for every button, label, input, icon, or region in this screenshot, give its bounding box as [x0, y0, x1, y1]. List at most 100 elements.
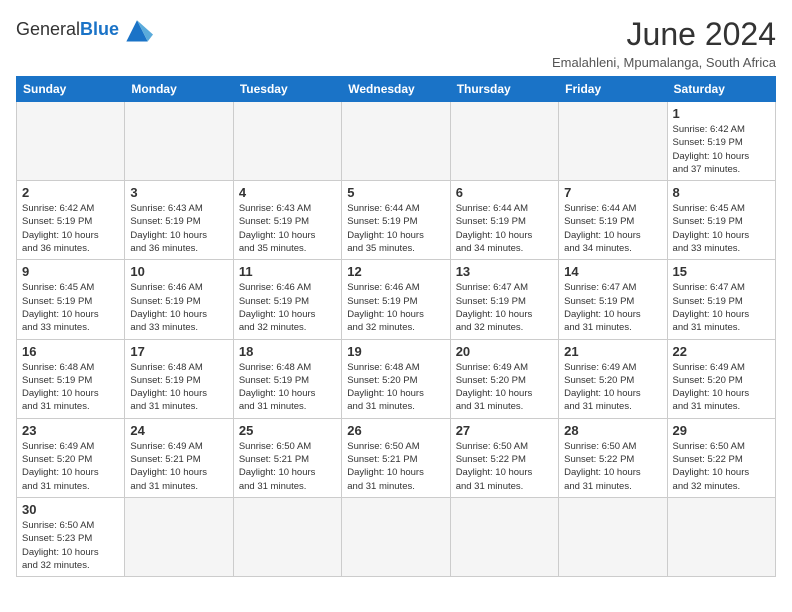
calendar-week-4: 16 Sunrise: 6:48 AM Sunset: 5:19 PM Dayli… [17, 339, 776, 418]
day-info: Sunrise: 6:43 AM Sunset: 5:19 PM Dayligh… [239, 202, 336, 255]
day-info: Sunrise: 6:46 AM Sunset: 5:19 PM Dayligh… [130, 281, 227, 334]
calendar-cell: 25 Sunrise: 6:50 AM Sunset: 5:21 PM Dayli… [233, 418, 341, 497]
date-number: 6 [456, 185, 553, 200]
date-number: 7 [564, 185, 661, 200]
calendar-cell: 7 Sunrise: 6:44 AM Sunset: 5:19 PM Daylig… [559, 181, 667, 260]
date-number: 21 [564, 344, 661, 359]
header-wednesday: Wednesday [342, 77, 450, 102]
day-info: Sunrise: 6:49 AM Sunset: 5:20 PM Dayligh… [456, 361, 553, 414]
date-number: 8 [673, 185, 770, 200]
day-info: Sunrise: 6:48 AM Sunset: 5:19 PM Dayligh… [22, 361, 119, 414]
calendar-cell: 13 Sunrise: 6:47 AM Sunset: 5:19 PM Dayli… [450, 260, 558, 339]
calendar-cell: 14 Sunrise: 6:47 AM Sunset: 5:19 PM Dayli… [559, 260, 667, 339]
day-info: Sunrise: 6:44 AM Sunset: 5:19 PM Dayligh… [564, 202, 661, 255]
logo-general: General [16, 19, 80, 39]
date-number: 10 [130, 264, 227, 279]
day-info: Sunrise: 6:47 AM Sunset: 5:19 PM Dayligh… [564, 281, 661, 334]
calendar-cell: 9 Sunrise: 6:45 AM Sunset: 5:19 PM Daylig… [17, 260, 125, 339]
logo-blue: Blue [80, 19, 119, 39]
calendar-cell: 19Sunrise: 6:48 AM Sunset: 5:20 PM Dayli… [342, 339, 450, 418]
day-info: Sunrise: 6:43 AM Sunset: 5:19 PM Dayligh… [130, 202, 227, 255]
date-number: 11 [239, 264, 336, 279]
calendar-cell: 3Sunrise: 6:43 AM Sunset: 5:19 PM Daylig… [125, 181, 233, 260]
calendar-cell: 27 Sunrise: 6:50 AM Sunset: 5:22 PM Dayli… [450, 418, 558, 497]
header-thursday: Thursday [450, 77, 558, 102]
day-info: Sunrise: 6:47 AM Sunset: 5:19 PM Dayligh… [456, 281, 553, 334]
calendar-cell: 8 Sunrise: 6:45 AM Sunset: 5:19 PM Daylig… [667, 181, 775, 260]
calendar-cell [667, 497, 775, 576]
day-info: Sunrise: 6:49 AM Sunset: 5:20 PM Dayligh… [22, 440, 119, 493]
calendar-cell: 28 Sunrise: 6:50 AM Sunset: 5:22 PM Dayli… [559, 418, 667, 497]
calendar-week-2: 2Sunrise: 6:42 AM Sunset: 5:19 PM Daylig… [17, 181, 776, 260]
header-sunday: Sunday [17, 77, 125, 102]
calendar-cell: 17Sunrise: 6:48 AM Sunset: 5:19 PM Dayli… [125, 339, 233, 418]
date-number: 4 [239, 185, 336, 200]
date-number: 25 [239, 423, 336, 438]
calendar-cell: 23 Sunrise: 6:49 AM Sunset: 5:20 PM Dayli… [17, 418, 125, 497]
calendar-cell [342, 497, 450, 576]
header-friday: Friday [559, 77, 667, 102]
date-number: 16 [22, 344, 119, 359]
calendar-table: Sunday Monday Tuesday Wednesday Thursday… [16, 76, 776, 577]
date-number: 27 [456, 423, 553, 438]
subtitle: Emalahleni, Mpumalanga, South Africa [552, 55, 776, 70]
calendar-cell [125, 497, 233, 576]
date-number: 13 [456, 264, 553, 279]
calendar-cell [125, 102, 233, 181]
calendar-cell: 6 Sunrise: 6:44 AM Sunset: 5:19 PM Daylig… [450, 181, 558, 260]
logo: GeneralBlue [16, 16, 153, 44]
calendar-cell: 4 Sunrise: 6:43 AM Sunset: 5:19 PM Daylig… [233, 181, 341, 260]
day-info: Sunrise: 6:50 AM Sunset: 5:21 PM Dayligh… [239, 440, 336, 493]
day-info: Sunrise: 6:45 AM Sunset: 5:19 PM Dayligh… [22, 281, 119, 334]
day-info: Sunrise: 6:50 AM Sunset: 5:22 PM Dayligh… [673, 440, 770, 493]
calendar-cell [342, 102, 450, 181]
calendar-cell [233, 102, 341, 181]
calendar-week-5: 23 Sunrise: 6:49 AM Sunset: 5:20 PM Dayli… [17, 418, 776, 497]
day-info: Sunrise: 6:45 AM Sunset: 5:19 PM Dayligh… [673, 202, 770, 255]
date-number: 9 [22, 264, 119, 279]
calendar-week-1: 1Sunrise: 6:42 AM Sunset: 5:19 PM Daylig… [17, 102, 776, 181]
header-tuesday: Tuesday [233, 77, 341, 102]
calendar-cell: 18Sunrise: 6:48 AM Sunset: 5:19 PM Dayli… [233, 339, 341, 418]
calendar-week-3: 9 Sunrise: 6:45 AM Sunset: 5:19 PM Daylig… [17, 260, 776, 339]
date-number: 17 [130, 344, 227, 359]
logo-icon [121, 16, 153, 44]
date-number: 24 [130, 423, 227, 438]
day-info: Sunrise: 6:48 AM Sunset: 5:20 PM Dayligh… [347, 361, 444, 414]
date-number: 2 [22, 185, 119, 200]
calendar-cell: 24Sunrise: 6:49 AM Sunset: 5:21 PM Dayli… [125, 418, 233, 497]
calendar-cell: 21 Sunrise: 6:49 AM Sunset: 5:20 PM Dayli… [559, 339, 667, 418]
date-number: 12 [347, 264, 444, 279]
calendar-cell [17, 102, 125, 181]
calendar-cell: 2Sunrise: 6:42 AM Sunset: 5:19 PM Daylig… [17, 181, 125, 260]
date-number: 30 [22, 502, 119, 517]
calendar-cell: 16 Sunrise: 6:48 AM Sunset: 5:19 PM Dayli… [17, 339, 125, 418]
date-number: 23 [22, 423, 119, 438]
calendar-cell: 26Sunrise: 6:50 AM Sunset: 5:21 PM Dayli… [342, 418, 450, 497]
day-info: Sunrise: 6:46 AM Sunset: 5:19 PM Dayligh… [347, 281, 444, 334]
day-info: Sunrise: 6:46 AM Sunset: 5:19 PM Dayligh… [239, 281, 336, 334]
day-info: Sunrise: 6:50 AM Sunset: 5:21 PM Dayligh… [347, 440, 444, 493]
day-info: Sunrise: 6:50 AM Sunset: 5:22 PM Dayligh… [564, 440, 661, 493]
calendar-cell [450, 102, 558, 181]
day-info: Sunrise: 6:49 AM Sunset: 5:20 PM Dayligh… [564, 361, 661, 414]
calendar-cell [233, 497, 341, 576]
calendar-cell: 29 Sunrise: 6:50 AM Sunset: 5:22 PM Dayli… [667, 418, 775, 497]
day-info: Sunrise: 6:48 AM Sunset: 5:19 PM Dayligh… [239, 361, 336, 414]
date-number: 29 [673, 423, 770, 438]
day-info: Sunrise: 6:50 AM Sunset: 5:22 PM Dayligh… [456, 440, 553, 493]
day-info: Sunrise: 6:47 AM Sunset: 5:19 PM Dayligh… [673, 281, 770, 334]
calendar-cell: 30 Sunrise: 6:50 AM Sunset: 5:23 PM Dayli… [17, 497, 125, 576]
day-info: Sunrise: 6:44 AM Sunset: 5:19 PM Dayligh… [456, 202, 553, 255]
calendar-cell: 11 Sunrise: 6:46 AM Sunset: 5:19 PM Dayli… [233, 260, 341, 339]
calendar-cell: 20Sunrise: 6:49 AM Sunset: 5:20 PM Dayli… [450, 339, 558, 418]
day-info: Sunrise: 6:42 AM Sunset: 5:19 PM Dayligh… [673, 123, 770, 176]
calendar-cell: 12 Sunrise: 6:46 AM Sunset: 5:19 PM Dayli… [342, 260, 450, 339]
date-number: 15 [673, 264, 770, 279]
weekday-header-row: Sunday Monday Tuesday Wednesday Thursday… [17, 77, 776, 102]
header-monday: Monday [125, 77, 233, 102]
date-number: 14 [564, 264, 661, 279]
day-info: Sunrise: 6:50 AM Sunset: 5:23 PM Dayligh… [22, 519, 119, 572]
calendar-cell [559, 497, 667, 576]
date-number: 28 [564, 423, 661, 438]
